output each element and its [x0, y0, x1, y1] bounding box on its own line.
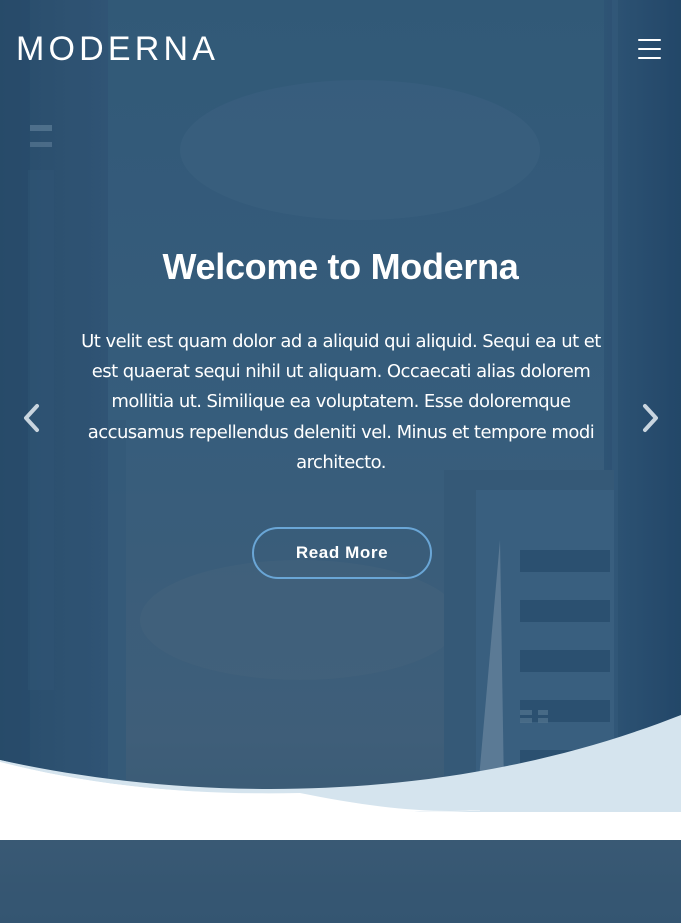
site-logo[interactable]: MODERNA — [16, 29, 219, 69]
chevron-left-icon — [24, 404, 39, 432]
hamburger-menu-icon[interactable] — [636, 36, 664, 64]
hero-title: Welcome to Moderna — [162, 246, 519, 287]
carousel-next-button[interactable] — [632, 398, 668, 438]
hero-bottom-wave — [0, 715, 681, 840]
hero-description: Ut velit est quam dolor ad a aliquid qui… — [81, 331, 601, 473]
hero-section: MODERNA Welcome to Moderna Ut velit est … — [0, 0, 681, 923]
carousel-prev-button[interactable] — [14, 398, 50, 438]
read-more-button[interactable]: Read More — [252, 527, 432, 579]
site-header: MODERNA — [0, 0, 681, 98]
chevron-right-icon — [643, 404, 658, 432]
